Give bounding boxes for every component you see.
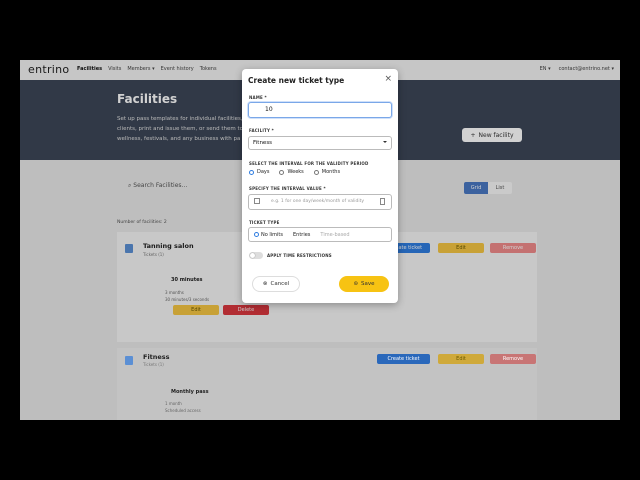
ticket-type-entries[interactable]: Entries: [288, 232, 315, 238]
facility-tickets-count: Tickets (1): [143, 362, 164, 367]
facility-value: Fitness: [253, 140, 273, 146]
cancel-icon: ⊗: [262, 281, 268, 287]
interval-radio-group: Days Weeks Months: [249, 169, 340, 175]
name-value: 10: [265, 106, 273, 113]
time-restrictions-label: APPLY TIME RESTRICTIONS: [267, 253, 332, 258]
radio-days[interactable]: Days: [249, 169, 269, 175]
ticket-type-label: TICKET TYPE: [249, 220, 280, 225]
radio-months-label: Months: [321, 169, 341, 175]
ticket-duration: 1 month: [165, 401, 182, 406]
save-label: Save: [361, 281, 375, 287]
save-button[interactable]: ⊚ Save: [339, 276, 389, 292]
chevron-down-icon: [383, 141, 387, 143]
radio-weeks-label: Weeks: [287, 169, 304, 175]
ticket-limit: Scheduled access: [165, 408, 201, 413]
ticket-type-group: No limits Entries Time-based: [248, 227, 392, 242]
radio-icon: [313, 169, 319, 175]
facility-label: FACILITY *: [249, 128, 274, 133]
ticket-type-entries-label: Entries: [293, 231, 311, 238]
ticket-type-time-based-label: Time-based: [320, 231, 350, 238]
radio-selected-icon: [254, 232, 259, 237]
save-icon: ⊚: [353, 281, 359, 287]
time-restrictions-toggle[interactable]: [249, 252, 263, 259]
ticket-type-no-limits-label: No limits: [261, 231, 283, 238]
modal-title: Create new ticket type: [248, 76, 345, 85]
ticket-type-no-limits[interactable]: No limits: [249, 232, 288, 238]
name-label: NAME *: [249, 95, 267, 100]
facility-select[interactable]: Fitness: [248, 136, 392, 150]
radio-icon: [279, 169, 285, 175]
create-ticket-button[interactable]: Create ticket: [377, 354, 430, 364]
cancel-button[interactable]: ⊗ Cancel: [252, 276, 300, 292]
toggle-knob: [250, 253, 255, 258]
edit-facility-button[interactable]: Edit: [438, 354, 484, 364]
name-field[interactable]: 10: [248, 102, 392, 118]
radio-selected-icon: [249, 169, 254, 175]
clipboard-icon: [380, 198, 385, 205]
interval-label: SELECT THE INTERVAL FOR THE VALIDITY PER…: [249, 161, 369, 166]
cancel-label: Cancel: [270, 281, 290, 287]
ticket-type-time-based[interactable]: Time-based: [315, 232, 354, 238]
interval-value-placeholder: e.g. 1 for one day/week/month of validit…: [271, 198, 365, 204]
interval-value-label: SPECIFY THE INTERVAL VALUE *: [249, 186, 326, 191]
radio-months[interactable]: Months: [313, 169, 341, 175]
facility-name: Fitness: [143, 353, 170, 361]
radio-weeks[interactable]: Weeks: [279, 169, 304, 175]
remove-facility-button[interactable]: Remove: [490, 354, 536, 364]
create-ticket-modal: Create new ticket type × NAME * 10 FACIL…: [242, 69, 398, 303]
facility-card-fitness: Fitness Tickets (1) Create ticket Edit R…: [117, 348, 537, 420]
building-icon: [125, 356, 133, 365]
calendar-icon: [254, 198, 260, 204]
radio-days-label: Days: [257, 169, 270, 175]
interval-value-field[interactable]: e.g. 1 for one day/week/month of validit…: [248, 194, 392, 210]
ticket-name: Monthly pass: [171, 389, 209, 395]
close-icon[interactable]: ×: [384, 74, 392, 84]
